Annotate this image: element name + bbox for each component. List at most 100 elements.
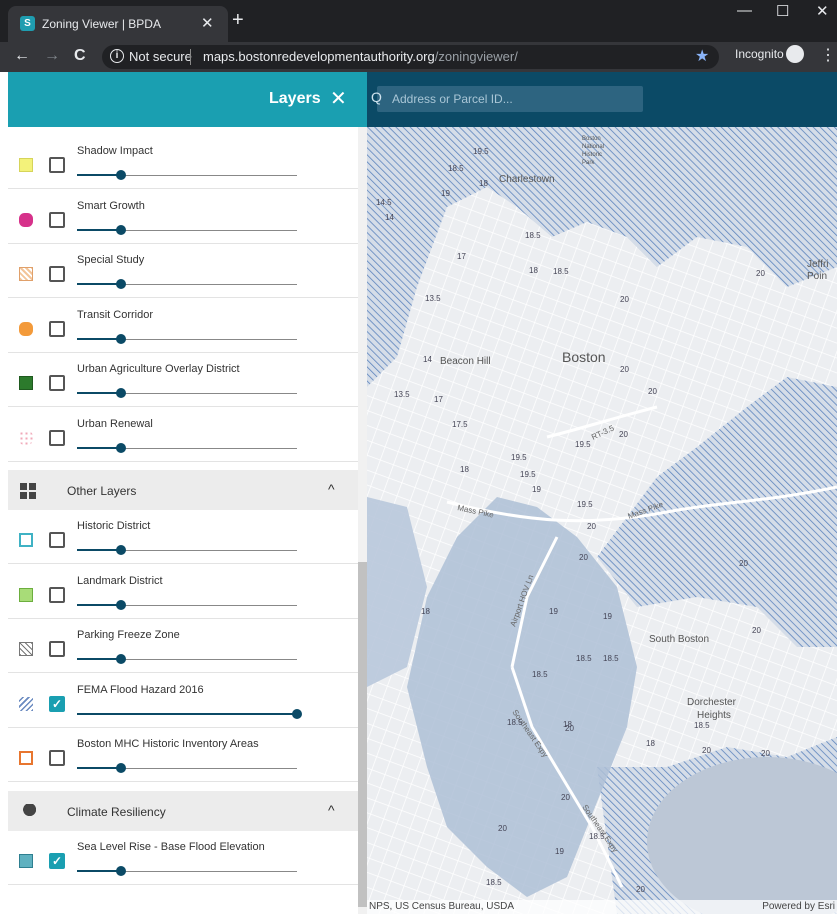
layer-row: Transit Corridor bbox=[8, 299, 358, 353]
browser-menu-icon[interactable]: ⋮ bbox=[820, 45, 836, 65]
opacity-slider-handle[interactable] bbox=[116, 865, 126, 876]
place-label: National bbox=[582, 144, 604, 150]
address-bar[interactable]: i Not secure maps.bostonredevelopmentaut… bbox=[102, 45, 719, 69]
opacity-slider-fill bbox=[77, 337, 121, 340]
elevation-label: 19 bbox=[555, 847, 564, 856]
layer-row: Smart Growth bbox=[8, 190, 358, 244]
new-tab-button[interactable]: + bbox=[232, 9, 244, 32]
layer-checkbox[interactable]: ✓ bbox=[49, 852, 65, 869]
opacity-slider-handle[interactable] bbox=[116, 763, 126, 773]
panel-scrollbar-thumb[interactable] bbox=[358, 562, 367, 907]
opacity-slider-handle[interactable] bbox=[116, 279, 126, 289]
elevation-label: 18 bbox=[646, 739, 655, 748]
opacity-slider-handle[interactable] bbox=[116, 224, 126, 235]
browser-tab[interactable]: S Zoning Viewer | BPDA ✕ bbox=[8, 6, 228, 42]
layer-row: Landmark District bbox=[8, 565, 358, 619]
elevation-label: 18.5 bbox=[532, 670, 548, 679]
layer-checkbox[interactable] bbox=[49, 211, 65, 228]
bookmark-star-icon[interactable]: ★ bbox=[695, 46, 709, 66]
section-header-climate-resiliency[interactable]: Climate Resiliency ^ bbox=[8, 790, 358, 831]
layers-panel-header: Layers ✕ bbox=[8, 72, 367, 127]
opacity-slider-handle[interactable] bbox=[116, 654, 126, 664]
layer-row: Shadow Impact bbox=[8, 135, 358, 189]
opacity-slider-handle[interactable] bbox=[116, 599, 126, 610]
layer-label: Urban Agriculture Overlay District bbox=[77, 363, 240, 375]
teal-square-icon bbox=[19, 853, 33, 868]
url-text[interactable]: maps.bostonredevelopmentauthority.org/zo… bbox=[203, 49, 518, 64]
opacity-slider-handle[interactable] bbox=[116, 545, 126, 555]
close-window-button[interactable]: ✕ bbox=[816, 2, 829, 20]
elevation-label: 18.5 bbox=[448, 164, 464, 173]
elevation-label: 19 bbox=[603, 612, 612, 621]
tab-close-icon[interactable]: ✕ bbox=[201, 14, 214, 32]
elevation-label: 20 bbox=[619, 430, 628, 439]
search-icon: Q bbox=[371, 89, 382, 105]
layer-checkbox[interactable] bbox=[49, 320, 65, 337]
back-button[interactable]: ← bbox=[14, 47, 30, 65]
green-leaf-square-icon bbox=[19, 376, 33, 390]
place-label: Dorchester bbox=[687, 697, 737, 708]
elevation-label: 20 bbox=[648, 387, 657, 396]
chevron-up-icon[interactable]: ^ bbox=[328, 481, 335, 497]
opacity-slider-fill bbox=[77, 603, 121, 606]
favicon-icon: S bbox=[20, 16, 35, 31]
elevation-label: 14 bbox=[385, 213, 394, 222]
browser-titlebar: S Zoning Viewer | BPDA ✕ + — ☐ ✕ bbox=[0, 0, 837, 42]
elevation-label: 20 bbox=[739, 559, 748, 568]
elevation-label: 18.5 bbox=[525, 231, 541, 240]
info-icon[interactable]: i bbox=[110, 49, 124, 63]
section-header-other-layers[interactable]: Other Layers ^ bbox=[8, 470, 358, 510]
opacity-slider-fill bbox=[77, 658, 121, 660]
place-label: Poin bbox=[807, 271, 827, 282]
layer-checkbox[interactable]: ✓ bbox=[49, 695, 65, 712]
layer-checkbox[interactable] bbox=[49, 266, 65, 282]
elevation-label: 19.5 bbox=[575, 440, 591, 449]
elevation-label: 18 bbox=[529, 266, 538, 275]
elevation-label: 20 bbox=[579, 553, 588, 562]
layer-checkbox[interactable] bbox=[49, 429, 65, 446]
map-view[interactable]: Q Address or Parcel ID... Charlestown Bos… bbox=[367, 72, 837, 914]
opacity-slider-fill bbox=[77, 712, 297, 715]
forward-button[interactable]: → bbox=[44, 47, 60, 65]
security-label: Not secure bbox=[129, 49, 192, 64]
opacity-slider-handle[interactable] bbox=[116, 333, 126, 344]
pink-dotted-blob-icon bbox=[19, 430, 33, 445]
reload-button[interactable]: C bbox=[74, 47, 86, 65]
layers-panel-title: Layers bbox=[269, 90, 321, 107]
layer-checkbox[interactable] bbox=[49, 586, 65, 603]
elevation-label: 18.5 bbox=[553, 267, 569, 276]
layer-label: Shadow Impact bbox=[77, 145, 153, 157]
layer-label: Sea Level Rise - Base Flood Elevation bbox=[77, 840, 265, 853]
map-canvas[interactable]: Charlestown Boston Beacon Hill South Boston… bbox=[367, 127, 837, 914]
search-input[interactable]: Q Address or Parcel ID... bbox=[371, 86, 643, 112]
incognito-icon[interactable] bbox=[786, 45, 804, 63]
elevation-label: 20 bbox=[498, 824, 507, 833]
layer-checkbox[interactable] bbox=[49, 532, 65, 548]
layer-checkbox[interactable] bbox=[49, 641, 65, 657]
url-path: /zoningviewer/ bbox=[434, 49, 518, 64]
maximize-button[interactable]: ☐ bbox=[776, 2, 789, 20]
minimize-button[interactable]: — bbox=[737, 2, 752, 19]
layer-checkbox[interactable] bbox=[49, 157, 65, 173]
incognito-label: Incognito bbox=[735, 47, 784, 61]
layer-checkbox[interactable] bbox=[49, 750, 65, 766]
close-panel-icon[interactable]: ✕ bbox=[330, 86, 347, 111]
opacity-slider-handle[interactable] bbox=[116, 442, 126, 453]
place-label: South Boston bbox=[649, 634, 709, 645]
grey-crosshatch-square-icon bbox=[19, 642, 33, 656]
opacity-slider-handle[interactable] bbox=[116, 388, 126, 398]
orange-blob-icon bbox=[19, 321, 33, 336]
grid-layers-icon bbox=[20, 483, 36, 499]
layer-checkbox[interactable] bbox=[49, 375, 65, 391]
attribution-right[interactable]: Powered by Esri bbox=[762, 901, 835, 912]
elevation-label: 19 bbox=[441, 189, 450, 198]
chevron-up-icon[interactable]: ^ bbox=[328, 802, 335, 818]
tab-title: Zoning Viewer | BPDA bbox=[42, 17, 161, 31]
elevation-label: 18 bbox=[479, 179, 488, 188]
address-separator bbox=[190, 49, 191, 65]
elevation-label: 19 bbox=[549, 607, 558, 616]
opacity-slider-handle[interactable] bbox=[116, 170, 126, 180]
layer-row: ✓ FEMA Flood Hazard 2016 bbox=[8, 674, 358, 728]
layer-label: Boston MHC Historic Inventory Areas bbox=[77, 738, 259, 750]
opacity-slider-handle[interactable] bbox=[292, 708, 302, 719]
